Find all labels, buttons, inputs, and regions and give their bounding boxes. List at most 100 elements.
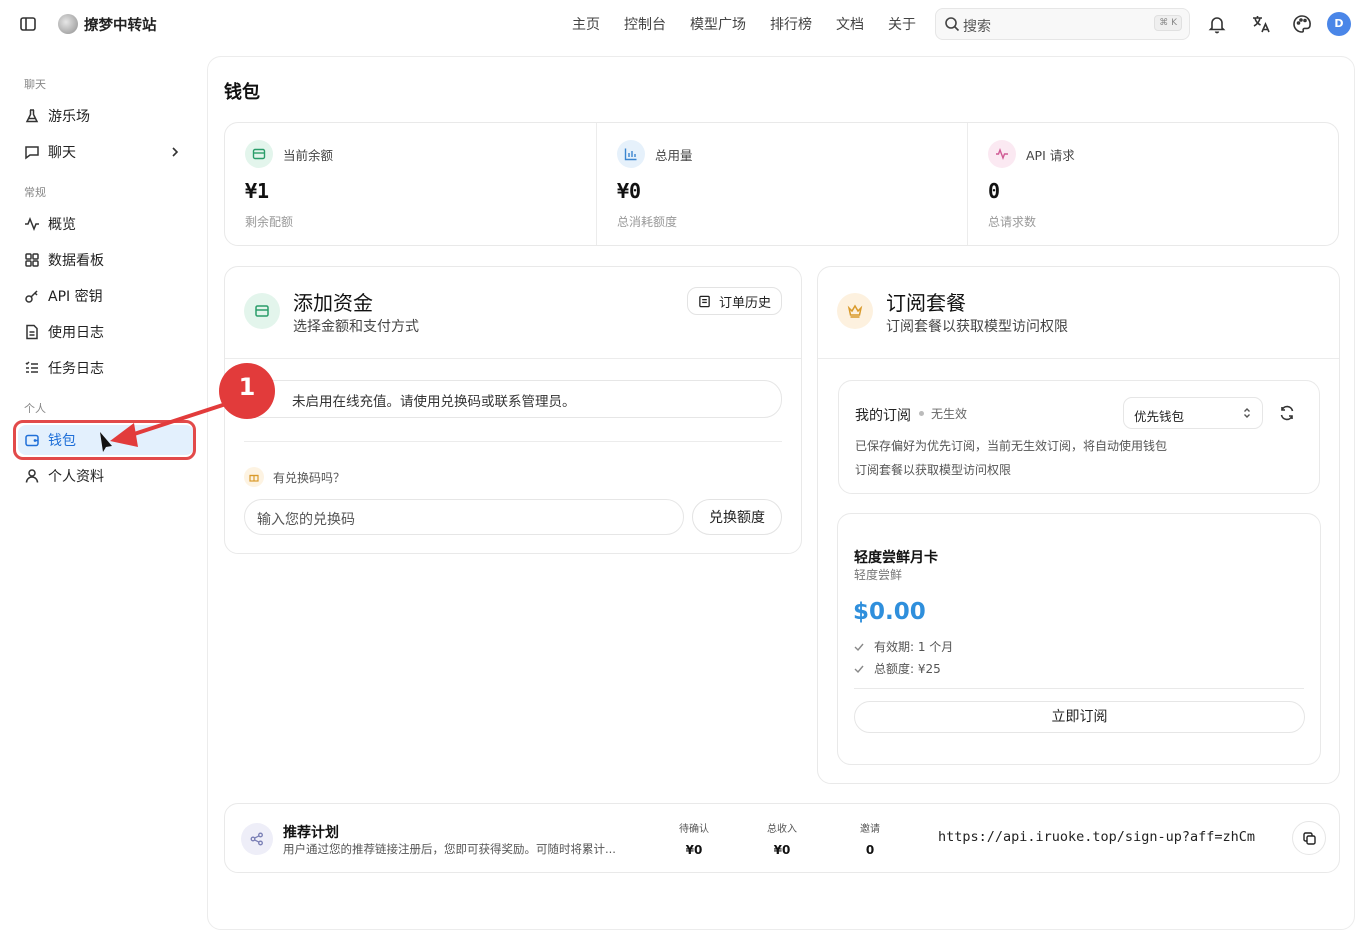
redeem-label: 有兑换码吗？	[273, 471, 346, 485]
stat-value: ¥1	[245, 179, 270, 203]
billing-preference-select[interactable]: 优先钱包	[1123, 397, 1263, 429]
top-bar: 撩梦中转站 主页 控制台 模型广场 排行榜 文档 关于 搜索 ⌘ K D	[0, 0, 1363, 50]
card-title: 添加资金	[293, 291, 373, 315]
subscription-note: 订阅套餐以获取模型访问权限	[855, 463, 1012, 477]
select-value: 优先钱包	[1134, 409, 1185, 424]
chevron-right-icon[interactable]	[168, 145, 182, 159]
nav-docs[interactable]: 文档	[836, 14, 864, 34]
gift-icon	[244, 467, 264, 487]
sidebar-item-label: 使用日志	[48, 325, 104, 341]
copy-link-button[interactable]	[1292, 821, 1326, 855]
status-badge: 无生效	[931, 407, 968, 421]
plan-feature-text: 总额度: ¥25	[874, 662, 941, 676]
sidebar-item-dashboard[interactable]: 数据看板	[18, 245, 194, 275]
status-dot	[919, 411, 924, 416]
referral-stat-label: 待确认	[679, 824, 709, 835]
topup-disabled-notice: 未启用在线充值。请使用兑换码或联系管理员。	[244, 380, 782, 418]
divider	[244, 441, 782, 442]
site-logo[interactable]	[58, 14, 78, 34]
stat-sub: 总消耗额度	[617, 215, 678, 229]
avatar[interactable]: D	[1327, 12, 1351, 36]
my-subscription-panel: 我的订阅 无生效 优先钱包 已保存偏好为优先订阅，当前无生效订阅，将自动使用钱包…	[838, 380, 1320, 494]
sidebar	[0, 50, 206, 936]
nav-models[interactable]: 模型广场	[690, 14, 746, 34]
plan-card: 轻度尝鲜月卡 轻度尝鲜 $0.00 有效期: 1 个月 总额度: ¥25 立即订…	[837, 513, 1321, 765]
stat-label: API 请求	[1026, 148, 1075, 163]
palette-icon[interactable]	[1292, 14, 1312, 34]
stat-sub: 剩余配额	[245, 215, 294, 229]
sidebar-item-label: 任务日志	[48, 361, 104, 377]
sidebar-item-label: API 密钥	[48, 289, 103, 305]
stat-value: ¥0	[617, 179, 642, 203]
key-icon	[25, 290, 38, 303]
redeem-code-input[interactable]: 输入您的兑换码	[244, 499, 684, 535]
activity-icon	[25, 216, 39, 232]
divider	[818, 358, 1339, 359]
card-subtitle: 订阅套餐以获取模型访问权限	[886, 319, 1068, 335]
sidebar-item-profile[interactable]: 个人资料	[18, 461, 194, 491]
referral-card: 推荐计划 用户通过您的推荐链接注册后，您即可获得奖励。可随时将累计... 待确认…	[224, 803, 1340, 873]
check-icon	[854, 665, 864, 673]
referral-description: 用户通过您的推荐链接注册后，您即可获得奖励。可随时将累计...	[283, 842, 616, 856]
stat-balance: 当前余额 ¥1 剩余配额	[225, 123, 596, 245]
sidebar-item-overview[interactable]: 概览	[18, 209, 194, 239]
sidebar-item-playground[interactable]: 游乐场	[18, 101, 194, 131]
sidebar-item-usage-log[interactable]: 使用日志	[18, 317, 194, 347]
nav-console[interactable]: 控制台	[624, 14, 666, 34]
sidebar-item-label: 游乐场	[48, 109, 90, 125]
preference-note: 已保存偏好为优先订阅，当前无生效订阅，将自动使用钱包	[855, 439, 1168, 453]
sidebar-item-label: 聊天	[48, 145, 76, 161]
plan-feature-text: 有效期: 1 个月	[874, 640, 954, 654]
add-funds-card: 添加资金 选择金额和支付方式 订单历史 未启用在线充值。请使用兑换码或联系管理员…	[224, 266, 802, 554]
referral-stat-pending: 待确认 ¥0	[664, 820, 724, 857]
referral-link[interactable]: https://api.iruoke.top/sign-up?aff=zhCm	[938, 829, 1255, 845]
sidebar-item-chat[interactable]: 聊天	[18, 137, 194, 167]
wallet-icon	[245, 140, 273, 168]
referral-stat-value: ¥0	[773, 843, 791, 857]
stat-sub: 总请求数	[988, 215, 1037, 229]
activity-icon	[988, 140, 1016, 168]
card-subtitle: 选择金额和支付方式	[293, 319, 419, 335]
list-icon	[25, 361, 38, 373]
nav-ranking[interactable]: 排行榜	[770, 14, 812, 34]
sidebar-item-label: 数据看板	[48, 253, 104, 269]
divider	[225, 358, 801, 359]
referral-stat-label: 总收入	[767, 824, 797, 835]
subscription-card: 订阅套餐 订阅套餐以获取模型访问权限 我的订阅 无生效 优先钱包 已保存偏好为优…	[817, 266, 1340, 784]
stat-value: 0	[988, 179, 1001, 203]
sidebar-toggle-icon[interactable]	[19, 15, 37, 33]
sidebar-section-general: 常规	[24, 186, 46, 199]
search-placeholder: 搜索	[963, 19, 991, 35]
redeem-button[interactable]: 兑换额度	[692, 499, 782, 535]
file-icon	[26, 324, 38, 340]
divider	[854, 688, 1304, 689]
plan-price: $0.00	[853, 599, 926, 625]
translate-icon[interactable]	[1251, 14, 1271, 34]
stat-requests: API 请求 0 总请求数	[967, 123, 1338, 245]
plan-feature: 总额度: ¥25	[854, 660, 941, 677]
chevron-updown-icon	[1244, 408, 1250, 418]
sidebar-section-personal: 个人	[24, 402, 46, 415]
plan-subtitle: 轻度尝鲜	[854, 568, 903, 582]
subscribe-button[interactable]: 立即订阅	[854, 701, 1305, 733]
sidebar-item-api-keys[interactable]: API 密钥	[18, 281, 194, 311]
site-title[interactable]: 撩梦中转站	[84, 14, 157, 35]
order-history-label: 订单历史	[718, 295, 771, 311]
page-title: 钱包	[224, 82, 260, 103]
bell-icon[interactable]	[1207, 14, 1227, 34]
order-history-button[interactable]: 订单历史	[687, 287, 782, 315]
stat-label: 当前余额	[283, 148, 334, 163]
sidebar-item-label: 个人资料	[48, 469, 104, 485]
search-icon	[945, 17, 960, 32]
nav-about[interactable]: 关于	[888, 14, 916, 34]
user-icon	[25, 469, 39, 483]
sidebar-item-task-log[interactable]: 任务日志	[18, 353, 194, 383]
card-title: 订阅套餐	[886, 291, 966, 315]
sidebar-item-label: 概览	[48, 217, 76, 233]
flask-icon	[25, 109, 39, 123]
annotation-step-number: 1	[219, 363, 275, 419]
refresh-icon[interactable]	[1279, 405, 1295, 421]
nav-home[interactable]: 主页	[572, 14, 600, 34]
search-input[interactable]: 搜索 ⌘ K	[935, 8, 1190, 40]
receipt-icon	[699, 295, 710, 307]
